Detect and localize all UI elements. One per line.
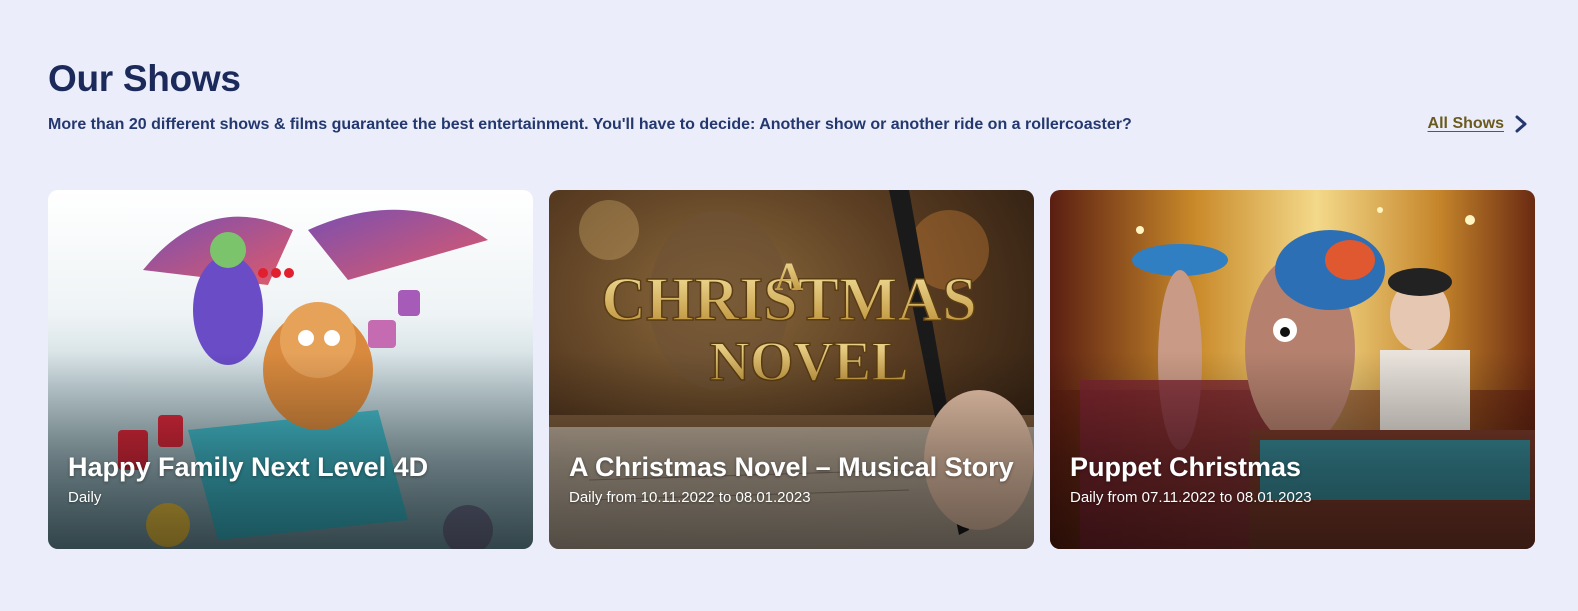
card-text: A Christmas Novel – Musical Story Daily … [569,452,1014,506]
show-card-puppet-christmas[interactable]: Puppet Christmas Daily from 07.11.2022 t… [1050,190,1535,549]
show-schedule: Daily from 10.11.2022 to 08.01.2023 [569,489,811,506]
show-title[interactable]: Happy Family Next Level 4D [68,452,428,483]
card-text: Happy Family Next Level 4D Daily [68,452,428,506]
section-subtitle: More than 20 different shows & films gua… [48,116,1132,133]
show-title[interactable]: Puppet Christmas [1070,452,1312,483]
section-title: Our Shows [48,58,241,99]
all-shows-link[interactable]: All Shows [1428,115,1528,133]
show-card-christmas-novel[interactable]: CHRISTMAS A NOVEL A Christmas Novel – Mu… [549,190,1034,549]
chevron-right-icon [1515,115,1527,133]
show-card-happy-family[interactable]: Happy Family Next Level 4D Daily [48,190,533,549]
shows-section: Our Shows More than 20 different shows &… [0,0,1578,611]
show-schedule: Daily [68,489,102,506]
card-text: Puppet Christmas Daily from 07.11.2022 t… [1070,452,1312,506]
show-cards: Happy Family Next Level 4D Daily A Chris… [48,190,1535,549]
show-schedule: Daily from 07.11.2022 to 08.01.2023 [1070,489,1312,506]
show-title[interactable]: A Christmas Novel – Musical Story [569,452,1014,483]
all-shows-label[interactable]: All Shows [1428,115,1504,133]
